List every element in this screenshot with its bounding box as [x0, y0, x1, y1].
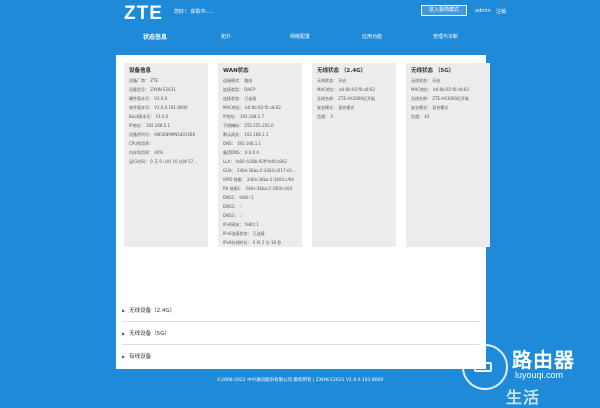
card-row: IP地址： 192.168.1.7: [223, 114, 265, 119]
card-row: IP地址： 192.168.5.1: [129, 123, 171, 128]
card-row: 默认网关： 192.168.1.1: [223, 132, 269, 137]
card-row: IPv6网关： fe80::1: [223, 222, 259, 227]
simple-mode-button[interactable]: 进入极简模式: [421, 5, 467, 16]
main-panel: 设备信息 设备厂商： ZTE 设备型号： ZXHN E2631 硬件版本号： V…: [116, 55, 490, 369]
card-row: IPv6连接状态： 已连接: [223, 231, 265, 236]
card-row: DNS1： fe80::1: [223, 195, 254, 200]
card-row: MAC地址： b0:6b:92:f0:c8:62: [223, 105, 281, 110]
wan-status-card: WAN状态 连接模式： 路由 连接类型： DHCP 连接状态： 已连接 MAC地…: [218, 63, 302, 247]
nav-applications[interactable]: 应用功能: [362, 33, 382, 40]
divider: [122, 321, 480, 322]
card-row: 无线状态： 开启: [411, 78, 441, 83]
section-wired-devices[interactable]: ▶ 有线设备: [122, 352, 151, 360]
card-row: CPU利用率：: [129, 141, 154, 146]
card-row: 连接类型： DHCP: [223, 87, 256, 92]
card-row: 安全模式： 混合模式: [411, 105, 449, 110]
username-label: admin: [475, 8, 491, 14]
card-row: 运行时间： 0 天 0 小时 10 分钟 57...: [129, 159, 197, 164]
nav-status-info[interactable]: 状态信息: [143, 32, 167, 41]
card-row: 无线状态： 开启: [317, 78, 347, 83]
divider: [122, 344, 480, 345]
card-row: IAPD 前缀： 240e:36ba:2:3404:c/64: [223, 177, 294, 182]
card-row: GUA： 240e:36ba:2:3404:e517:e5...: [223, 168, 296, 173]
card-row: IPv6在线时长： 0 时 2 分 16 秒: [223, 240, 282, 245]
card-row: MAC地址： b0:6b:92:f0:c8:63: [411, 87, 469, 92]
card-title: 无线状态 （5G）: [411, 68, 455, 74]
section-label: 无线设备（5G）: [129, 331, 170, 337]
nav-topology[interactable]: 拓扑: [221, 33, 231, 40]
card-row: MAC地址： b0:6b:92:f0:c8:62: [317, 87, 375, 92]
device-info-card: 设备信息 设备厂商： ZTE 设备型号： ZXHN E2631 硬件版本号： V…: [124, 63, 208, 247]
nav-management[interactable]: 管理与诊断: [433, 33, 458, 40]
card-row: LLA： fe80::b28b:92ff:fef0:c862: [223, 159, 287, 164]
card-row: Boot版本号： V1.0.0: [129, 114, 169, 119]
card-row: RA 前缀1： 240e:36ba:2:3400:c/64: [223, 186, 293, 191]
card-title: 无线状态 （2.4G）: [317, 68, 367, 74]
card-row: 备用DNS： 0.0.0.0: [223, 150, 259, 155]
watermark-title: 路由器: [512, 348, 575, 372]
top-bar: ZTE 您好！ 获取中..... 进入极简模式 admin 注销 状态信息 拓扑…: [0, 0, 600, 56]
card-row: DNS： 192.168.1.1: [223, 141, 262, 146]
greeting-text: 您好！ 获取中.....: [174, 9, 214, 15]
card-row: DNS3： ::: [223, 213, 243, 218]
section-label: 无线设备（2.4G）: [129, 308, 176, 314]
card-row: 内存利用率： 40%: [129, 150, 164, 155]
card-row: 无线名称： ZTE-AX3000近开板: [411, 96, 469, 101]
logout-link[interactable]: 注销: [496, 8, 506, 15]
card-row: 安全模式： 混合模式: [317, 105, 355, 110]
watermark: 路由器 luyouqi.com 生活: [462, 340, 600, 407]
card-row: 设备型号： ZXHN E2631: [129, 87, 176, 92]
caret-right-icon: ▶: [122, 354, 126, 359]
card-row: 信道： 3: [317, 114, 333, 119]
caret-right-icon: ▶: [122, 331, 126, 336]
zte-logo[interactable]: ZTE: [124, 3, 163, 25]
section-wireless-24g[interactable]: ▶ 无线设备（2.4G）: [122, 306, 175, 314]
card-title: 设备信息: [129, 68, 152, 74]
section-label: 有线设备: [129, 354, 152, 360]
card-row: 硬件版本号： V1.0.0: [129, 96, 168, 101]
caret-right-icon: ▶: [122, 308, 126, 313]
card-row: 设备序列号： HN5EN9MN5401586: [129, 132, 196, 137]
card-row: 设备厂商： ZTE: [129, 78, 158, 83]
wireless-24g-card: 无线状态 （2.4G） 无线状态： 开启 MAC地址： b0:6b:92:f0:…: [312, 63, 396, 247]
card-row: DNS2： ::: [223, 204, 243, 209]
card-row: 无线名称： ZTE-AX3000近开板: [317, 96, 375, 101]
section-wireless-5g[interactable]: ▶ 无线设备（5G）: [122, 329, 170, 337]
watermark-bottom: 生活: [506, 388, 541, 407]
nav-network-config[interactable]: 网络配置: [290, 33, 310, 40]
card-row: 连接状态： 已连接: [223, 96, 257, 101]
card-row: 连接模式： 路由: [223, 78, 253, 83]
router-icon: [474, 362, 492, 372]
wireless-5g-card: 无线状态 （5G） 无线状态： 开启 MAC地址： b0:6b:92:f0:c8…: [406, 63, 490, 247]
card-row: 软件版本号： V1.0.0.181.8000: [129, 105, 188, 110]
watermark-url: luyouqi.com: [515, 370, 564, 380]
card-title: WAN状态: [223, 68, 249, 74]
card-row: 信道： 44: [411, 114, 430, 119]
card-row: 子网掩码： 255.255.255.0: [223, 123, 274, 128]
